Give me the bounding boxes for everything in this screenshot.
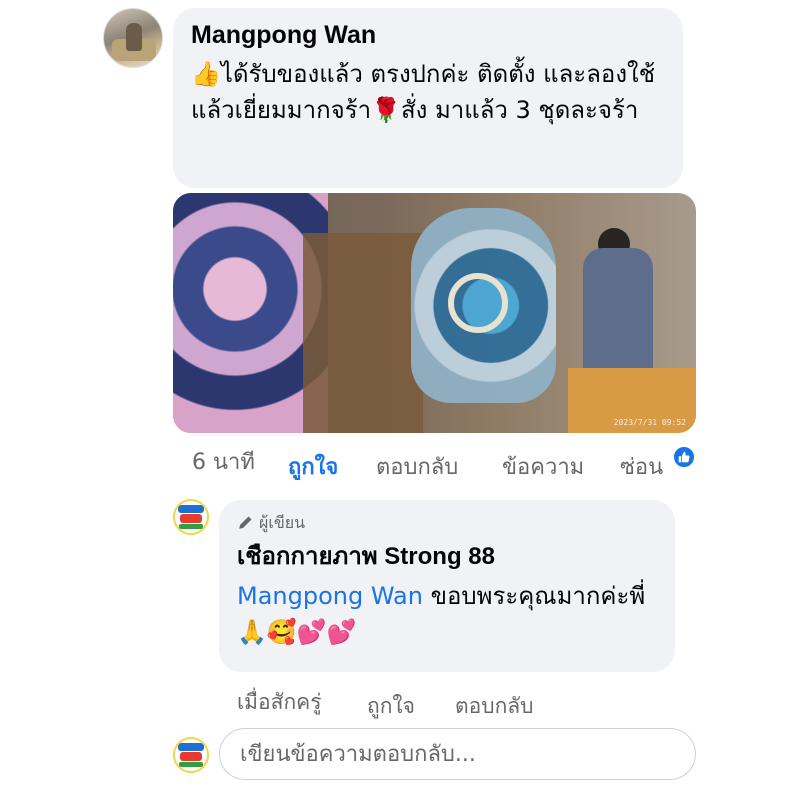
comment-text: 👍ได้รับของแล้ว ตรงปกค่ะ ติดตั้ง และลองใช… [191,60,656,124]
logo-band-middle [180,514,202,523]
page-avatar[interactable] [173,499,209,535]
photo-person [583,248,653,378]
like-button[interactable]: ถูกใจ [288,449,338,484]
reply-button[interactable]: ตอบกลับ [376,449,458,484]
author-badge-label: ผู้เขียน [259,513,306,532]
author-badge: ผู้เขียน [237,512,657,534]
photo-table [303,233,423,433]
logo-band-bottom [179,762,203,767]
comment-photo[interactable]: 2023/7/31 09:52 [173,193,696,433]
like-icon[interactable] [672,445,696,469]
avatar-image-figure [126,23,142,51]
composer-avatar [173,737,209,773]
comment-bubble: Mangpong Wan 👍ได้รับของแล้ว ตรงปกค่ะ ติด… [173,8,683,188]
comment-author[interactable]: Mangpong Wan [191,20,665,50]
comment-time[interactable]: 6 นาที [192,444,255,479]
logo-band-middle [180,752,202,761]
logo-band-top [178,743,204,751]
reply-reply-button[interactable]: ตอบกลับ [455,690,534,723]
reply-text: Mangpong Wan ขอบพระคุณมากค่ะพี่ 🙏🥰💕💕 [237,578,657,650]
logo-band-top [178,505,204,513]
message-button[interactable]: ข้อความ [502,449,584,484]
photo-timestamp: 2023/7/31 09:52 [613,418,686,427]
reply-time[interactable]: เมื่อสักครู่ [237,686,322,719]
reply-author[interactable]: เชือกกายภาพ Strong 88 [237,542,657,572]
reply-like-button[interactable]: ถูกใจ [367,690,415,723]
reply-input[interactable] [220,729,695,779]
logo-band-bottom [179,524,203,529]
hide-button[interactable]: ซ่อน [620,449,672,484]
commenter-avatar[interactable] [103,8,163,68]
thumbs-up-icon [678,451,690,463]
mention-link[interactable]: Mangpong Wan [237,582,423,610]
reply-bubble: ผู้เขียน เชือกกายภาพ Strong 88 Mangpong … [219,500,675,672]
pencil-icon [239,516,252,529]
photo-rope [448,273,508,333]
reply-composer[interactable] [219,728,696,780]
